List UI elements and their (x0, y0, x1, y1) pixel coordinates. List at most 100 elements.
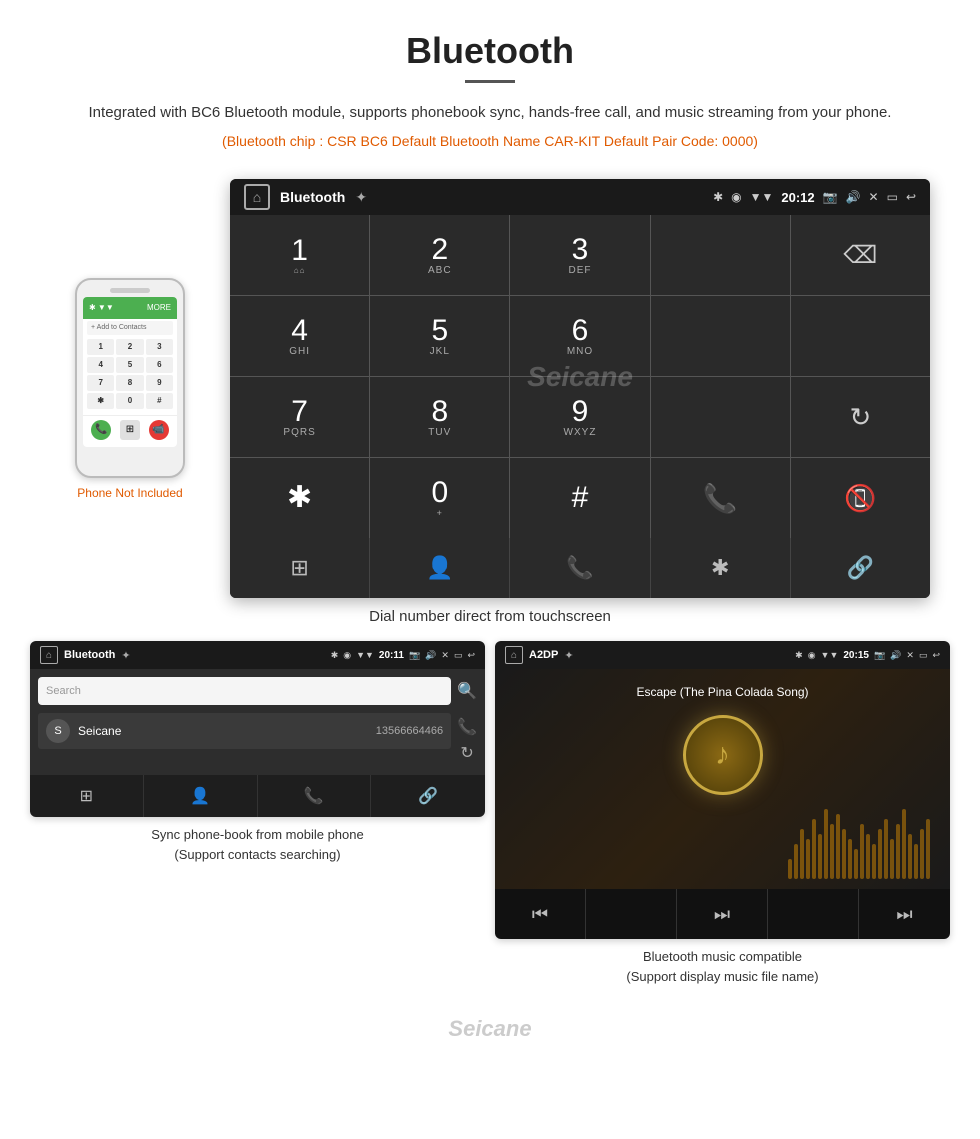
music-close-icon[interactable]: ✕ (906, 650, 914, 661)
phone-key-0[interactable]: 0 (116, 393, 143, 409)
phone-speaker (110, 288, 150, 293)
key-star[interactable]: ✱ (230, 458, 369, 538)
music-volume-icon: 🔊 (890, 650, 901, 661)
pb-volume-icon: 🔊 (425, 650, 436, 661)
contact-avatar: S (46, 719, 70, 743)
nav-bluetooth-button[interactable]: ✱ (651, 538, 790, 598)
music-empty-1 (586, 889, 677, 939)
bottom-screenshots: ⌂ Bluetooth ✦ ✱ ◉ ▼▼ 20:11 📷 🔊 ✕ ▭ ↩ (0, 641, 980, 986)
phonebook-contact-row[interactable]: S Seicane 13566664466 (38, 713, 451, 749)
phone-key-4[interactable]: 4 (87, 357, 114, 373)
contact-phone: 13566664466 (376, 725, 443, 737)
phone-key-8[interactable]: 8 (116, 375, 143, 391)
pb-close-icon[interactable]: ✕ (441, 650, 449, 661)
search-icon[interactable]: 🔍 (457, 681, 477, 701)
phone-key-star[interactable]: ✱ (87, 393, 114, 409)
pb-bluetooth-icon: ✱ (331, 650, 339, 661)
close-icon[interactable]: ✕ (869, 190, 879, 204)
music-camera-icon: 📷 (874, 650, 885, 661)
phone-video-icon[interactable]: 📹 (149, 420, 169, 440)
pb-home-icon[interactable]: ⌂ (40, 646, 58, 664)
nav-link-button[interactable]: 🔗 (791, 538, 930, 598)
music-title-bar: A2DP (529, 649, 558, 661)
pb-back-icon[interactable]: ↩ (467, 650, 475, 661)
music-section: ⌂ A2DP ✦ ✱ ◉ ▼▼ 20:15 📷 🔊 ✕ ▭ ↩ (495, 641, 950, 986)
music-back-icon[interactable]: ↩ (932, 650, 940, 661)
key-3[interactable]: 3 DEF (510, 215, 649, 295)
phone-key-1[interactable]: 1 (87, 339, 114, 355)
footer-logo: Seicane (0, 1016, 980, 1042)
end-call-button[interactable]: 📵 (791, 458, 930, 538)
key-empty-1 (651, 215, 790, 295)
page-header: Bluetooth Integrated with BC6 Bluetooth … (0, 0, 980, 179)
page-description: Integrated with BC6 Bluetooth module, su… (80, 101, 900, 125)
key-2[interactable]: 2 ABC (370, 215, 509, 295)
pb-location-icon: ◉ (343, 650, 351, 661)
music-location-icon: ◉ (808, 650, 816, 661)
key-empty-3 (791, 296, 930, 376)
phone-home-icon[interactable]: ⊞ (120, 420, 140, 440)
phonebook-status-bar: ⌂ Bluetooth ✦ ✱ ◉ ▼▼ 20:11 📷 🔊 ✕ ▭ ↩ (30, 641, 485, 669)
phone-dialpad: 1 2 3 4 5 6 7 8 9 ✱ 0 # (83, 337, 177, 411)
key-6[interactable]: 6 MNO (510, 296, 649, 376)
phone-key-9[interactable]: 9 (146, 375, 173, 391)
phone-mockup: ✱ ▼▼ MORE + Add to Contacts 1 2 3 4 5 6 … (75, 278, 185, 478)
status-time: 20:12 (781, 190, 814, 205)
phone-screen: ✱ ▼▼ MORE + Add to Contacts 1 2 3 4 5 6 … (83, 297, 177, 447)
music-screen: ⌂ A2DP ✦ ✱ ◉ ▼▼ 20:15 📷 🔊 ✕ ▭ ↩ (495, 641, 950, 939)
main-dial-screen: Bluetooth ✦ ✱ ◉ ▼▼ 20:12 📷 🔊 ✕ ▭ ↩ 1 (230, 179, 930, 598)
nav-contacts-button[interactable]: 👤 (370, 538, 509, 598)
music-next-button[interactable]: ⏭ (859, 889, 950, 939)
page-title: Bluetooth (80, 30, 900, 72)
phone-key-3[interactable]: 3 (146, 339, 173, 355)
phonebook-bottom-bar: ⊞ 👤 📞 🔗 (30, 775, 485, 817)
nav-calls-button[interactable]: 📞 (510, 538, 649, 598)
phone-key-2[interactable]: 2 (116, 339, 143, 355)
pb-refresh-side-icon[interactable]: ↻ (457, 743, 477, 763)
pb-nav-contacts[interactable]: 👤 (144, 775, 258, 817)
music-play-pause-button[interactable]: ⏭ (677, 889, 768, 939)
call-button[interactable]: 📞 (651, 458, 790, 538)
phone-side: ✱ ▼▼ MORE + Add to Contacts 1 2 3 4 5 6 … (50, 278, 210, 500)
key-5[interactable]: 5 JKL (370, 296, 509, 376)
nav-dialpad-button[interactable]: ⊞ (230, 538, 369, 598)
music-time: 20:15 (843, 650, 869, 661)
phonebook-side-icons: 📞 ↻ (457, 713, 477, 767)
bluetooth-status-icon: ✱ (713, 190, 723, 204)
music-home-icon[interactable]: ⌂ (505, 646, 523, 664)
pb-call-side-icon[interactable]: 📞 (457, 717, 477, 737)
pb-nav-dialpad[interactable]: ⊞ (30, 775, 144, 817)
location-icon: ◉ (731, 190, 741, 204)
key-9[interactable]: 9 WXYZ (510, 377, 649, 457)
phone-key-hash[interactable]: # (146, 393, 173, 409)
phonebook-section: ⌂ Bluetooth ✦ ✱ ◉ ▼▼ 20:11 📷 🔊 ✕ ▭ ↩ (30, 641, 485, 986)
key-4[interactable]: 4 GHI (230, 296, 369, 376)
phone-key-5[interactable]: 5 (116, 357, 143, 373)
key-1[interactable]: 1 ⌂⌂ (230, 215, 369, 295)
music-song-title: Escape (The Pina Colada Song) (636, 685, 808, 699)
pb-nav-calls[interactable]: 📞 (258, 775, 372, 817)
pb-signal-icon: ▼▼ (356, 650, 374, 660)
phone-call-icon[interactable]: 📞 (91, 420, 111, 440)
music-prev-button[interactable]: ⏮ (495, 889, 586, 939)
music-window-icon: ▭ (919, 650, 928, 661)
volume-icon: 🔊 (846, 190, 861, 204)
contact-name: Seicane (78, 724, 376, 738)
key-8[interactable]: 8 TUV (370, 377, 509, 457)
key-0[interactable]: 0 + (370, 458, 509, 538)
music-status-bar: ⌂ A2DP ✦ ✱ ◉ ▼▼ 20:15 📷 🔊 ✕ ▭ ↩ (495, 641, 950, 669)
refresh-key[interactable]: ↻ (791, 377, 930, 457)
phone-key-6[interactable]: 6 (146, 357, 173, 373)
phone-key-7[interactable]: 7 (87, 375, 114, 391)
pb-nav-link[interactable]: 🔗 (371, 775, 485, 817)
back-icon[interactable]: ↩ (906, 190, 916, 204)
key-hash[interactable]: # (510, 458, 649, 538)
home-button[interactable] (244, 184, 270, 210)
phonebook-screen: ⌂ Bluetooth ✦ ✱ ◉ ▼▼ 20:11 📷 🔊 ✕ ▭ ↩ (30, 641, 485, 817)
key-7[interactable]: 7 PQRS (230, 377, 369, 457)
main-caption: Dial number direct from touchscreen (0, 608, 980, 625)
backspace-key[interactable]: ⌫ (791, 215, 930, 295)
phonebook-search-field[interactable]: Search (38, 677, 451, 705)
page-footer: Seicane (0, 1006, 980, 1062)
search-placeholder: Search (46, 685, 81, 697)
